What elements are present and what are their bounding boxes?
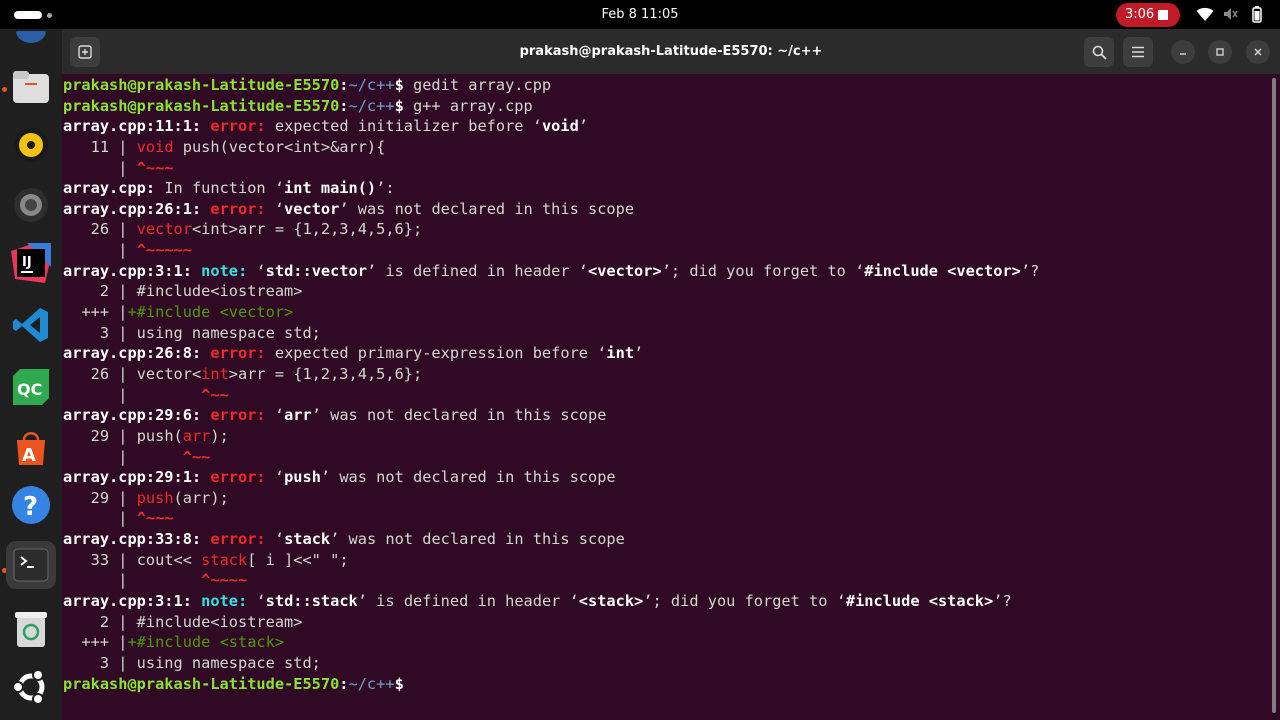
wifi-icon[interactable]	[1196, 6, 1214, 22]
terminal-line: 29 | push(arr);	[63, 426, 229, 445]
terminal-line: | ^~~	[63, 447, 211, 466]
restore-icon	[1216, 48, 1224, 56]
qt-creator-icon: QC	[13, 369, 49, 405]
vscode-icon	[13, 308, 48, 342]
terminal-line: array.cpp:29:6: error: ‘arr’ was not dec…	[63, 406, 607, 425]
terminal-line: | ^~~~	[63, 158, 174, 177]
terminal-line: array.cpp:11:1: error: expected initiali…	[63, 117, 588, 136]
dock-item-help[interactable]: ?	[11, 485, 51, 525]
speaker-icon	[14, 188, 48, 222]
terminal-line: prakash@prakash-Latitude-E5570:~/c++$ ge…	[63, 76, 552, 94]
hamburger-menu-icon	[1132, 46, 1144, 58]
terminal-line: | ^~~~	[63, 509, 174, 528]
terminal-output[interactable]: prakash@prakash-Latitude-E5570:~/c++$ ge…	[62, 75, 1270, 720]
svg-text:IJ: IJ	[22, 255, 32, 270]
dock-item-app-center[interactable]: A	[11, 427, 51, 467]
terminal-line: 33 | cout<< stack[ i ]<<" ";	[63, 550, 349, 569]
terminal-line: 3 | using namespace std;	[63, 653, 321, 672]
terminal-line: 2 | #include<iostream>	[63, 612, 303, 631]
menu-button[interactable]	[1123, 37, 1153, 67]
terminal-icon	[13, 548, 49, 582]
dock-item-show-apps[interactable]	[11, 667, 51, 707]
terminal-prompt-line[interactable]: prakash@prakash-Latitude-E5570:~/c++$	[63, 674, 1270, 695]
trash-icon	[15, 612, 47, 647]
terminal-line: array.cpp:33:8: error: ‘stack’ was not d…	[63, 530, 625, 549]
dock-item-files[interactable]	[11, 67, 51, 107]
search-button[interactable]	[1084, 37, 1114, 67]
terminal-line: 3 | using namespace std;	[63, 323, 321, 342]
terminal-line: array.cpp: In function ‘int main()’:	[63, 179, 395, 198]
dock-item-trash[interactable]	[11, 609, 51, 649]
search-icon	[1092, 45, 1107, 60]
terminal-line: prakash@prakash-Latitude-E5570:~/c++$ g+…	[63, 96, 533, 115]
ubuntu-logo-icon	[12, 669, 45, 705]
app-icon	[16, 31, 46, 43]
dock-item-partial[interactable]	[11, 31, 51, 47]
intellij-icon: IJ	[11, 243, 51, 283]
terminal-window: prakash@prakash-Latitude-E5570: ~/c++ pr…	[62, 29, 1280, 720]
terminal-line: +++ |+#include <vector>	[63, 303, 294, 322]
terminal-line: | ^~~	[63, 385, 229, 404]
svg-text:QC: QC	[17, 380, 42, 399]
terminal-line: +++ |+#include <stack>	[63, 633, 285, 652]
stop-recording-icon	[1158, 10, 1168, 20]
volume-muted-icon[interactable]	[1222, 6, 1238, 22]
screen-recording-indicator[interactable]: 3:06	[1116, 3, 1180, 27]
svg-text:A: A	[22, 445, 36, 466]
close-button[interactable]	[1246, 40, 1270, 64]
dock: IJ QC A ?	[0, 29, 62, 720]
files-icon	[13, 71, 49, 103]
top-bar: Feb 8 11:05 3:06	[0, 0, 1280, 29]
battery-icon[interactable]	[1252, 6, 1262, 23]
svg-text:?: ?	[23, 492, 38, 522]
terminal-line: 2 | #include<iostream>	[63, 282, 303, 301]
scrollbar[interactable]	[1272, 78, 1276, 713]
terminal-line: | ^~~~~~	[63, 241, 192, 260]
terminal-line: array.cpp:3:1: note: ‘std::stack’ is def…	[63, 592, 1012, 611]
terminal-line: 26 | vector<int>arr = {1,2,3,4,5,6};	[63, 220, 423, 239]
dock-item-terminal[interactable]	[6, 541, 56, 589]
minimize-button[interactable]	[1171, 40, 1195, 64]
dock-item-intellij[interactable]: IJ	[11, 243, 51, 283]
terminal-line: array.cpp:29:1: error: ‘push’ was not de…	[63, 468, 616, 487]
terminal-line: array.cpp:26:8: error: expected primary-…	[63, 344, 644, 363]
terminal-line: 29 | push(arr);	[63, 488, 229, 507]
terminal-line: 26 | vector<int>arr = {1,2,3,4,5,6};	[63, 364, 423, 383]
title-bar[interactable]: prakash@prakash-Latitude-E5570: ~/c++	[62, 29, 1280, 74]
text-cursor	[413, 676, 422, 693]
minimize-icon	[1180, 53, 1186, 55]
terminal-line: 11 | void push(vector<int>&arr){	[63, 137, 386, 156]
close-icon	[1254, 48, 1262, 56]
dock-item-qt-creator[interactable]: QC	[11, 367, 51, 407]
terminal-line: | ^~~~~	[63, 571, 248, 590]
running-indicator	[2, 87, 7, 92]
dock-item-settings[interactable]	[11, 185, 51, 225]
rhythmbox-icon	[14, 128, 48, 162]
terminal-line: array.cpp:3:1: note: ‘std::vector’ is de…	[63, 261, 1040, 280]
recording-time: 3:06	[1125, 7, 1155, 22]
date-time[interactable]: Feb 8 11:05	[0, 0, 1280, 29]
dock-item-rhythmbox[interactable]	[11, 125, 51, 165]
maximize-button[interactable]	[1208, 40, 1232, 64]
terminal-line: array.cpp:26:1: error: ‘vector’ was not …	[63, 199, 635, 218]
dock-item-vscode[interactable]	[11, 305, 51, 345]
help-icon: ?	[12, 486, 50, 524]
app-center-icon: A	[17, 432, 45, 466]
